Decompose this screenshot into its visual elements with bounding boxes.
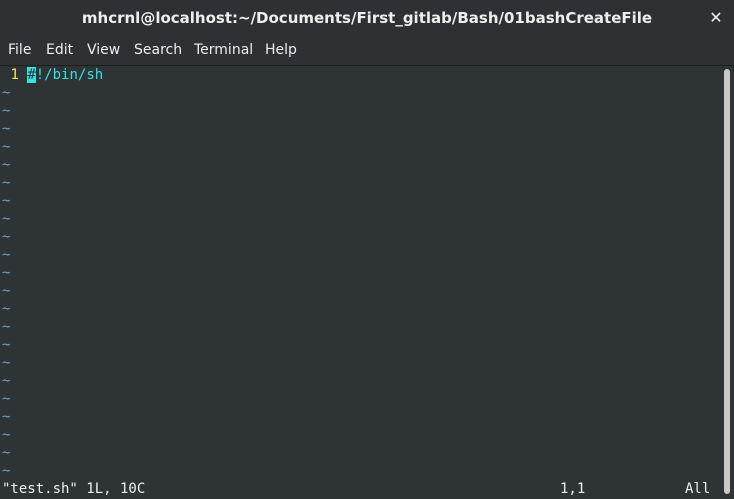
empty-line-marker: ~: [2, 319, 11, 335]
scrollbar-thumb[interactable]: [724, 69, 730, 494]
menu-file[interactable]: File: [8, 36, 31, 65]
terminal-view[interactable]: 1 #!/bin/sh ~ ~ ~ ~ ~ ~ ~ ~ ~ ~ ~ ~ ~ ~ …: [0, 66, 720, 499]
empty-line-marker: ~: [2, 355, 11, 371]
empty-line-marker: ~: [2, 103, 11, 119]
code-line-1: 1 #!/bin/sh: [2, 66, 103, 84]
close-button[interactable]: ✕: [704, 6, 728, 30]
empty-line-marker: ~: [2, 373, 11, 389]
empty-line-marker: ~: [2, 139, 11, 155]
menu-edit[interactable]: Edit: [46, 36, 73, 65]
empty-line-marker: ~: [2, 229, 11, 245]
menu-view[interactable]: View: [87, 36, 120, 65]
empty-line-marker: ~: [2, 211, 11, 227]
empty-line-marker: ~: [2, 157, 11, 173]
empty-line-marker: ~: [2, 85, 11, 101]
code-text: !/bin/sh: [35, 67, 104, 83]
empty-line-marker: ~: [2, 301, 11, 317]
empty-line-marker: ~: [2, 409, 11, 425]
empty-line-marker: ~: [2, 463, 11, 479]
status-scroll-indicator: All: [685, 481, 711, 497]
menu-terminal[interactable]: Terminal: [194, 36, 253, 65]
empty-line-marker: ~: [2, 193, 11, 209]
empty-line-marker: ~: [2, 445, 11, 461]
close-icon: ✕: [709, 8, 723, 27]
window-title: mhcrnl@localhost:~/Documents/First_gitla…: [81, 9, 653, 27]
empty-line-marker: ~: [2, 337, 11, 353]
status-cursor-position: 1,1: [560, 481, 586, 497]
title-bar[interactable]: mhcrnl@localhost:~/Documents/First_gitla…: [0, 0, 734, 36]
text-cursor: #: [27, 67, 36, 83]
scrollbar[interactable]: [720, 66, 734, 499]
status-file-info: "test.sh" 1L, 10C: [2, 481, 146, 497]
empty-line-marker: ~: [2, 283, 11, 299]
terminal-window: mhcrnl@localhost:~/Documents/First_gitla…: [0, 0, 734, 499]
menu-search[interactable]: Search: [134, 36, 182, 65]
empty-line-marker: ~: [2, 265, 11, 281]
empty-line-marker: ~: [2, 175, 11, 191]
empty-line-marker: ~: [2, 427, 11, 443]
empty-line-marker: ~: [2, 391, 11, 407]
empty-line-marker: ~: [2, 121, 11, 137]
empty-line-marker: ~: [2, 247, 11, 263]
menu-help[interactable]: Help: [265, 36, 297, 65]
menu-bar: File Edit View Search Terminal Help: [0, 36, 734, 66]
